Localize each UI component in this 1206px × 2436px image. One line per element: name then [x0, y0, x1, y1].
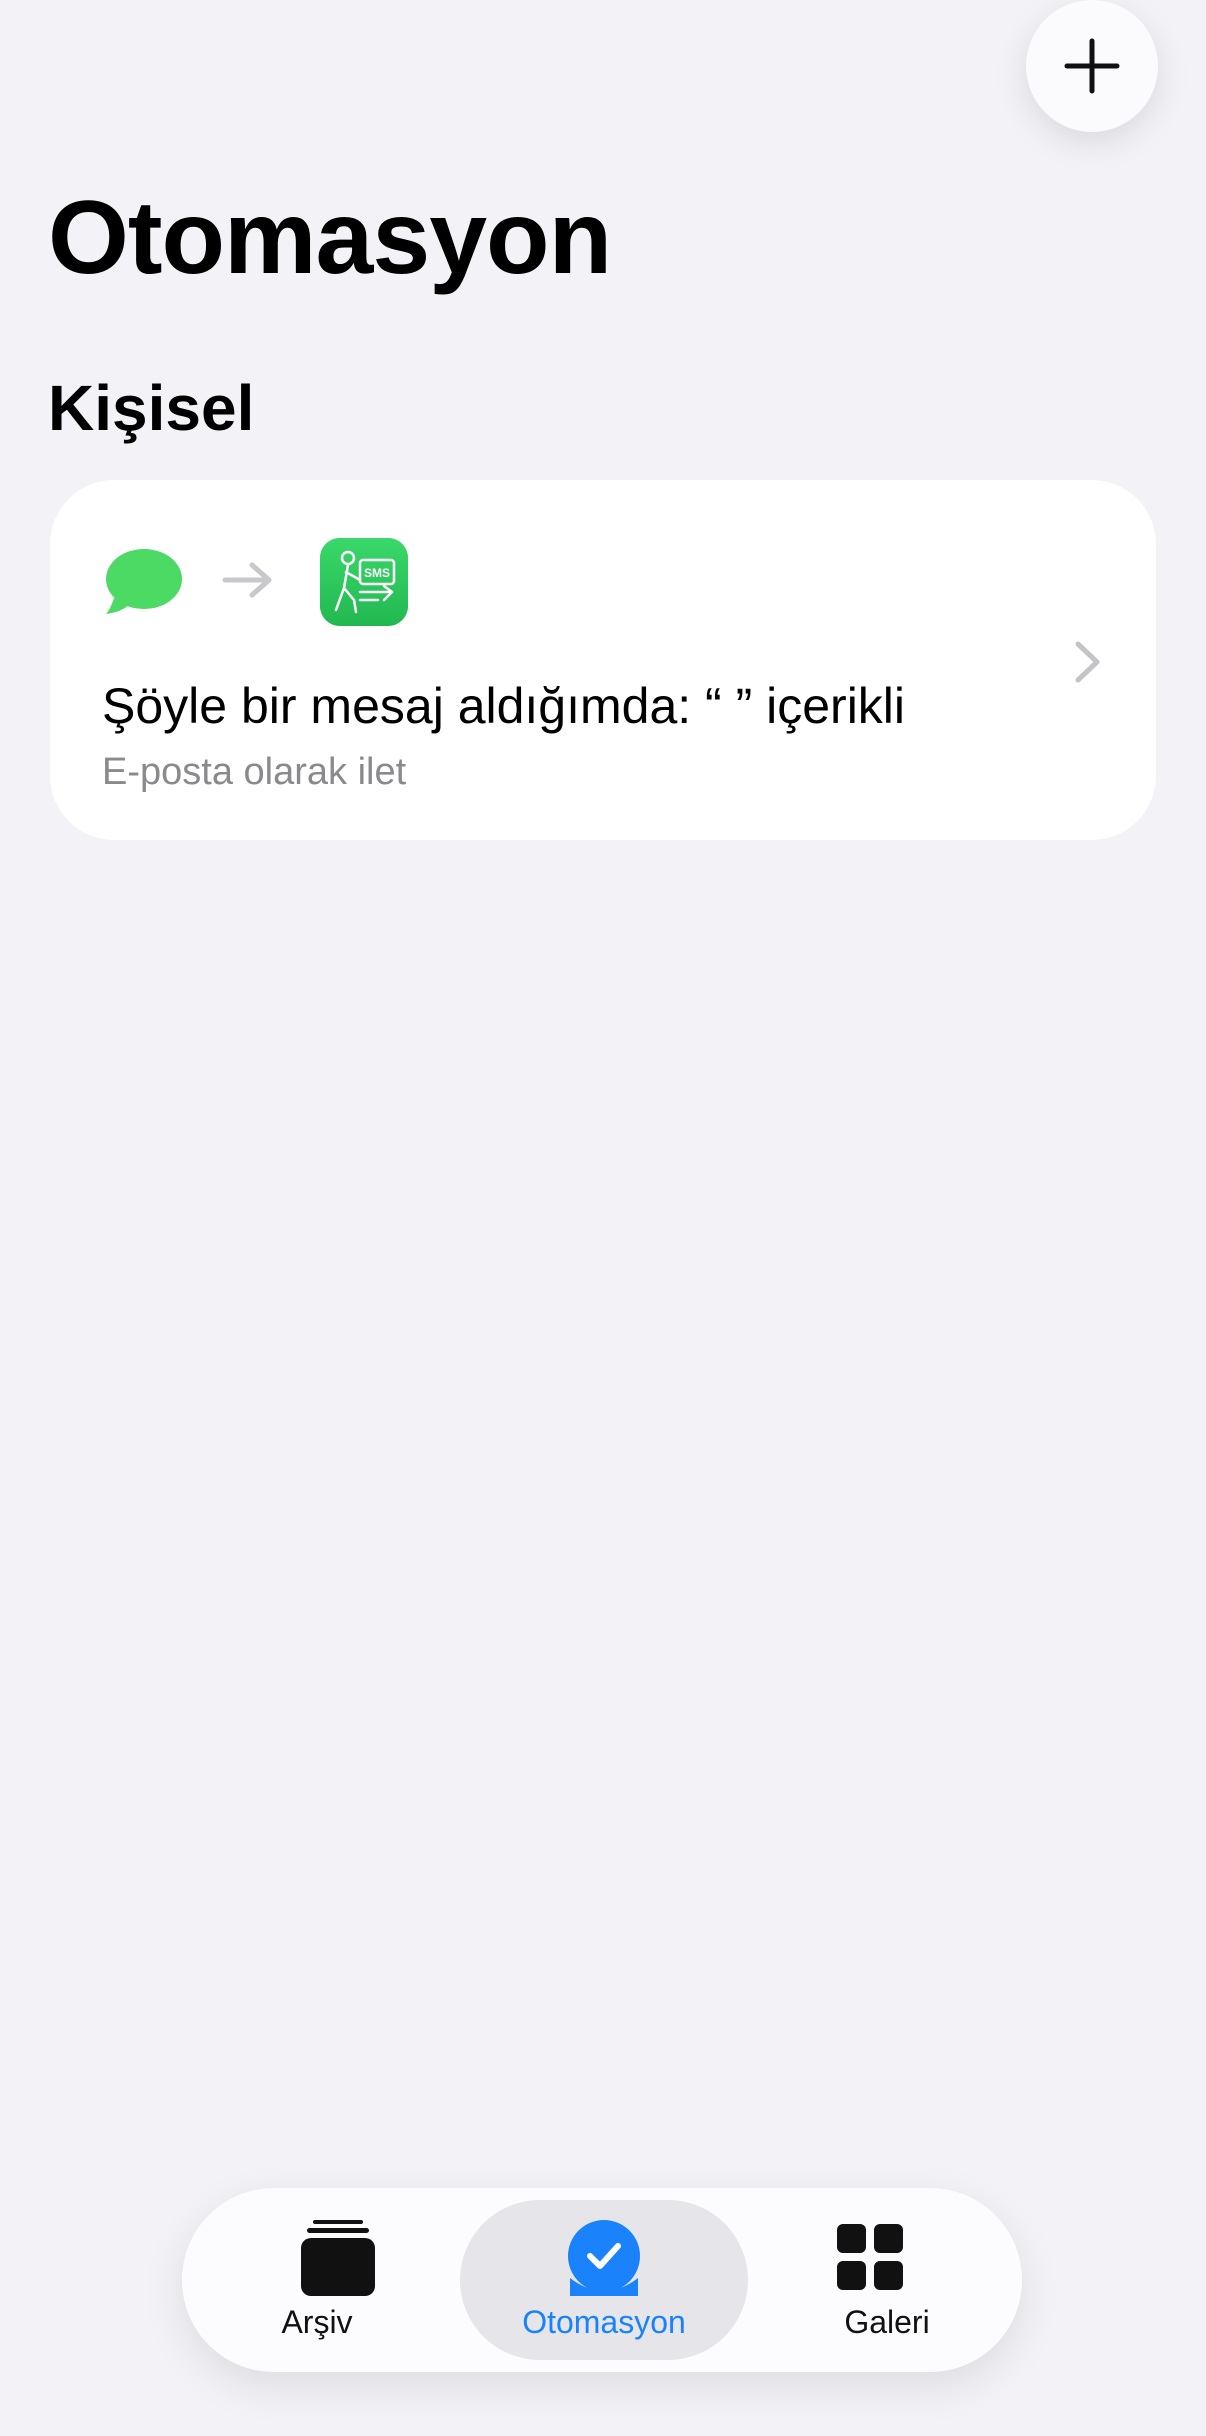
messages-icon	[106, 549, 182, 614]
page-title: Otomasyon	[48, 180, 612, 296]
gallery-grid-icon	[837, 2224, 903, 2290]
tab-label: Galeri	[844, 2304, 930, 2340]
automation-card[interactable]: SMS Şöyle bir mesaj aldığımda: “ ” içeri…	[50, 480, 1156, 840]
chevron-right-icon	[1075, 641, 1100, 683]
automation-check-icon	[568, 2220, 640, 2296]
arrow-right-icon	[222, 562, 272, 598]
tab-bar: Arşiv Otomasyon Galeri	[182, 2188, 1022, 2372]
plus-icon	[1064, 38, 1120, 94]
tab-label: Otomasyon	[522, 2304, 686, 2340]
automation-title: Şöyle bir mesaj aldığımda: “ ” içerikli	[102, 678, 906, 734]
tab-galeri[interactable]: Galeri	[752, 2188, 1022, 2372]
sms-badge-text: SMS	[364, 566, 390, 580]
tab-arsiv[interactable]: Arşiv	[182, 2188, 452, 2372]
add-automation-button[interactable]	[1026, 0, 1158, 132]
section-title: Kişisel	[48, 372, 255, 444]
sms-forward-app-icon: SMS	[320, 538, 408, 626]
archive-stack-icon	[301, 2220, 375, 2296]
automation-subtitle: E-posta olarak ilet	[102, 751, 407, 793]
tab-label: Arşiv	[281, 2304, 353, 2340]
tab-otomasyon[interactable]: Otomasyon	[460, 2188, 748, 2372]
